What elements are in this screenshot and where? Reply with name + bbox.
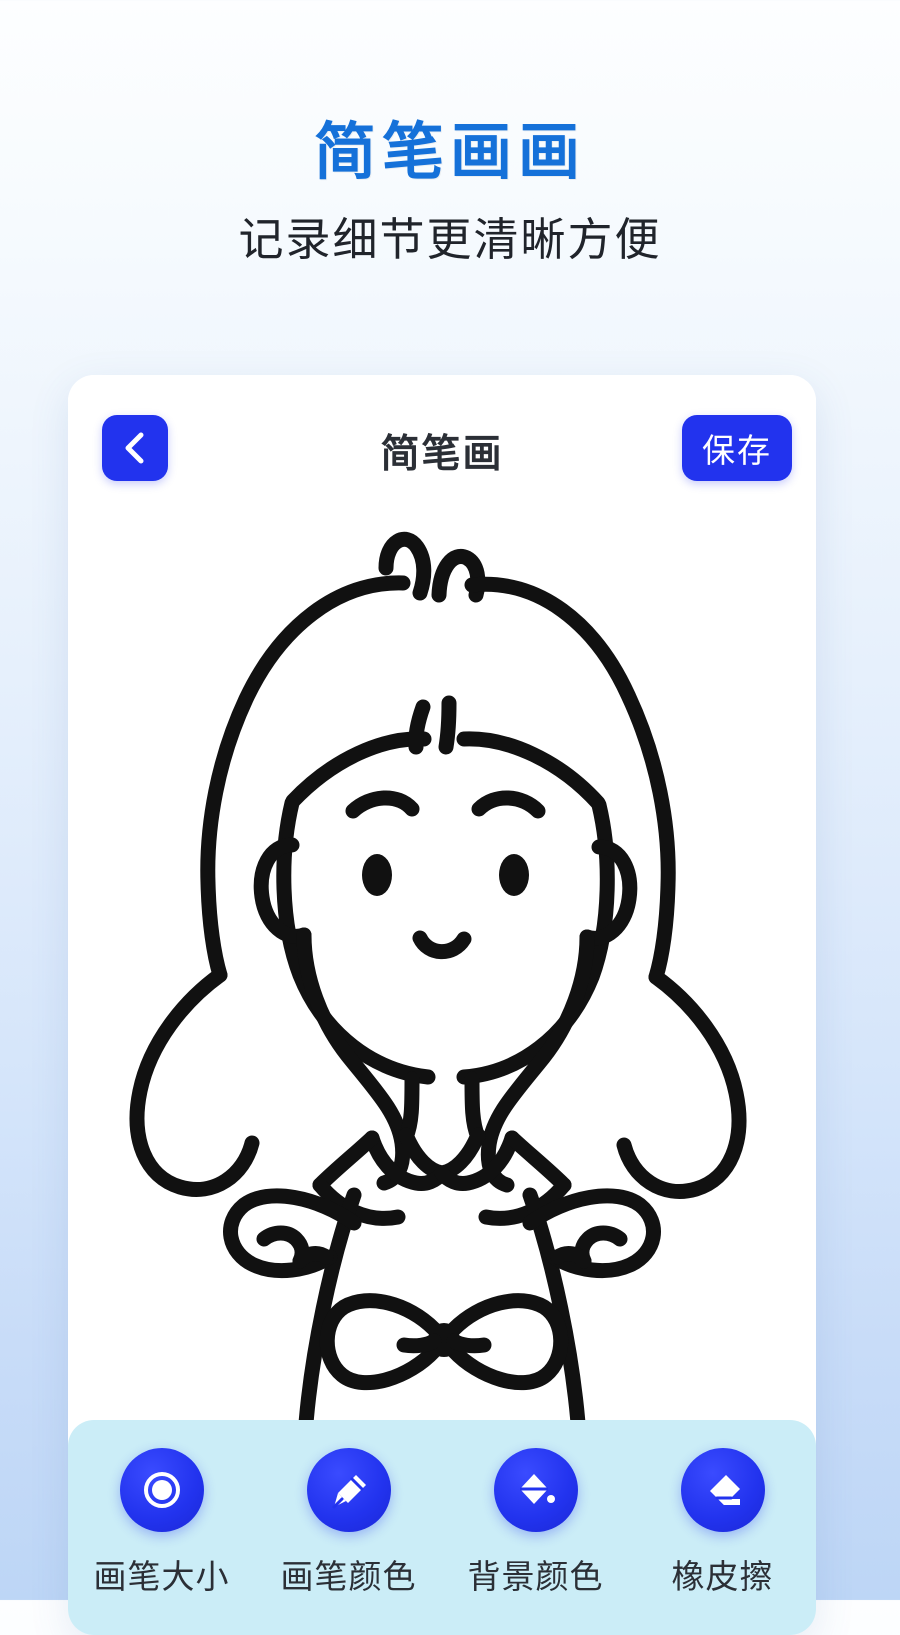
tool-brush-size[interactable]: 画笔大小 xyxy=(82,1448,242,1598)
tool-label: 画笔颜色 xyxy=(280,1558,417,1595)
app-header: 简笔画 保存 xyxy=(68,375,816,523)
page-title: 简笔画画 xyxy=(313,115,586,188)
page-subtitle: 记录细节更清晰方便 xyxy=(238,214,662,266)
drawing-canvas[interactable] xyxy=(68,523,816,1420)
promo-header: 简笔画画 记录细节更清晰方便 xyxy=(0,0,900,267)
tool-label: 橡皮擦 xyxy=(671,1558,774,1595)
app-card: 简笔画 保存 画笔大小 画笔颜色 背景颜色 橡皮擦 xyxy=(68,375,816,1635)
tool-brush-color[interactable]: 画笔颜色 xyxy=(269,1448,429,1598)
paint-bucket-icon xyxy=(493,1448,578,1532)
save-button[interactable]: 保存 xyxy=(682,415,792,481)
sketch-girl-drawing xyxy=(129,531,747,1420)
tool-background-color[interactable]: 背景颜色 xyxy=(456,1448,616,1598)
tool-eraser[interactable]: 橡皮擦 xyxy=(643,1448,803,1598)
tool-toolbar: 画笔大小 画笔颜色 背景颜色 橡皮擦 xyxy=(68,1420,816,1635)
pen-nib-icon xyxy=(306,1448,391,1532)
brush-size-circle-icon xyxy=(119,1448,204,1532)
eraser-icon xyxy=(680,1448,765,1532)
tool-label: 背景颜色 xyxy=(467,1558,604,1595)
tool-label: 画笔大小 xyxy=(93,1558,230,1595)
